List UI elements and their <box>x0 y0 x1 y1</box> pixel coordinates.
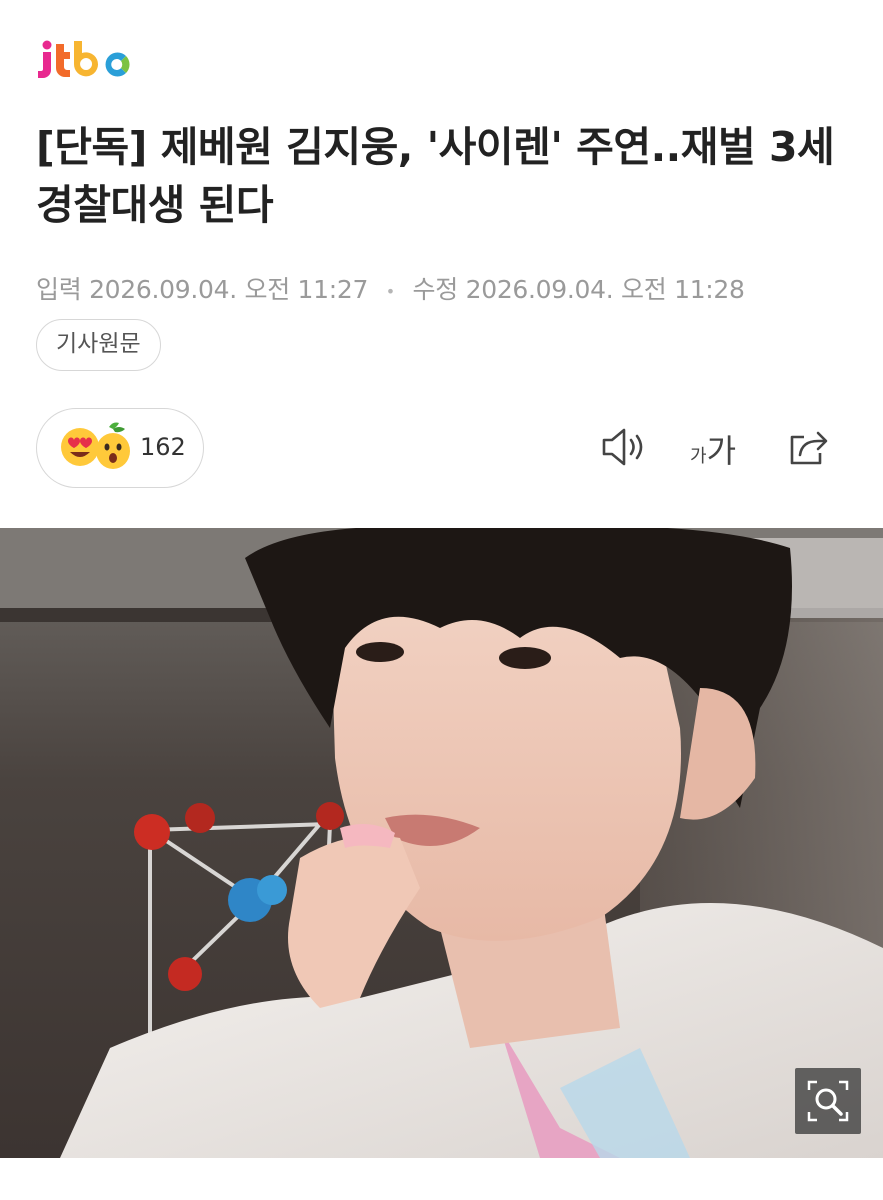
article-headline: [단독] 제베원 김지웅, '사이렌' 주연..재벌 3세 경찰대생 된다 <box>36 123 835 229</box>
share-icon[interactable] <box>786 425 830 469</box>
reaction-count: 162 <box>140 433 186 461</box>
font-size-icon-large: 가 <box>706 432 737 470</box>
published-date: 2026.09.04. 오전 11:27 <box>89 275 369 304</box>
article-photo[interactable] <box>0 528 883 1158</box>
article-meta: 입력 2026.09.04. 오전 11:27 • 수정 2026.09.04.… <box>36 270 745 306</box>
zoom-in-icon <box>807 1080 849 1122</box>
speaker-icon[interactable] <box>600 425 646 469</box>
font-size-icon-small: 가 <box>690 446 707 467</box>
jtbc-logo[interactable] <box>36 36 132 84</box>
modified-label: 수정 <box>412 275 459 304</box>
modified-date: 2026.09.04. 오전 11:28 <box>465 275 745 304</box>
published-label: 입력 <box>36 275 82 304</box>
meta-separator: • <box>385 281 395 301</box>
surprised-emoji-icon <box>96 422 130 469</box>
reaction-button[interactable]: 162 <box>36 408 204 488</box>
font-size-button[interactable]: 가가 <box>690 426 736 472</box>
original-article-button[interactable]: 기사원문 <box>36 319 161 371</box>
photo-zoom-button[interactable] <box>795 1068 861 1134</box>
